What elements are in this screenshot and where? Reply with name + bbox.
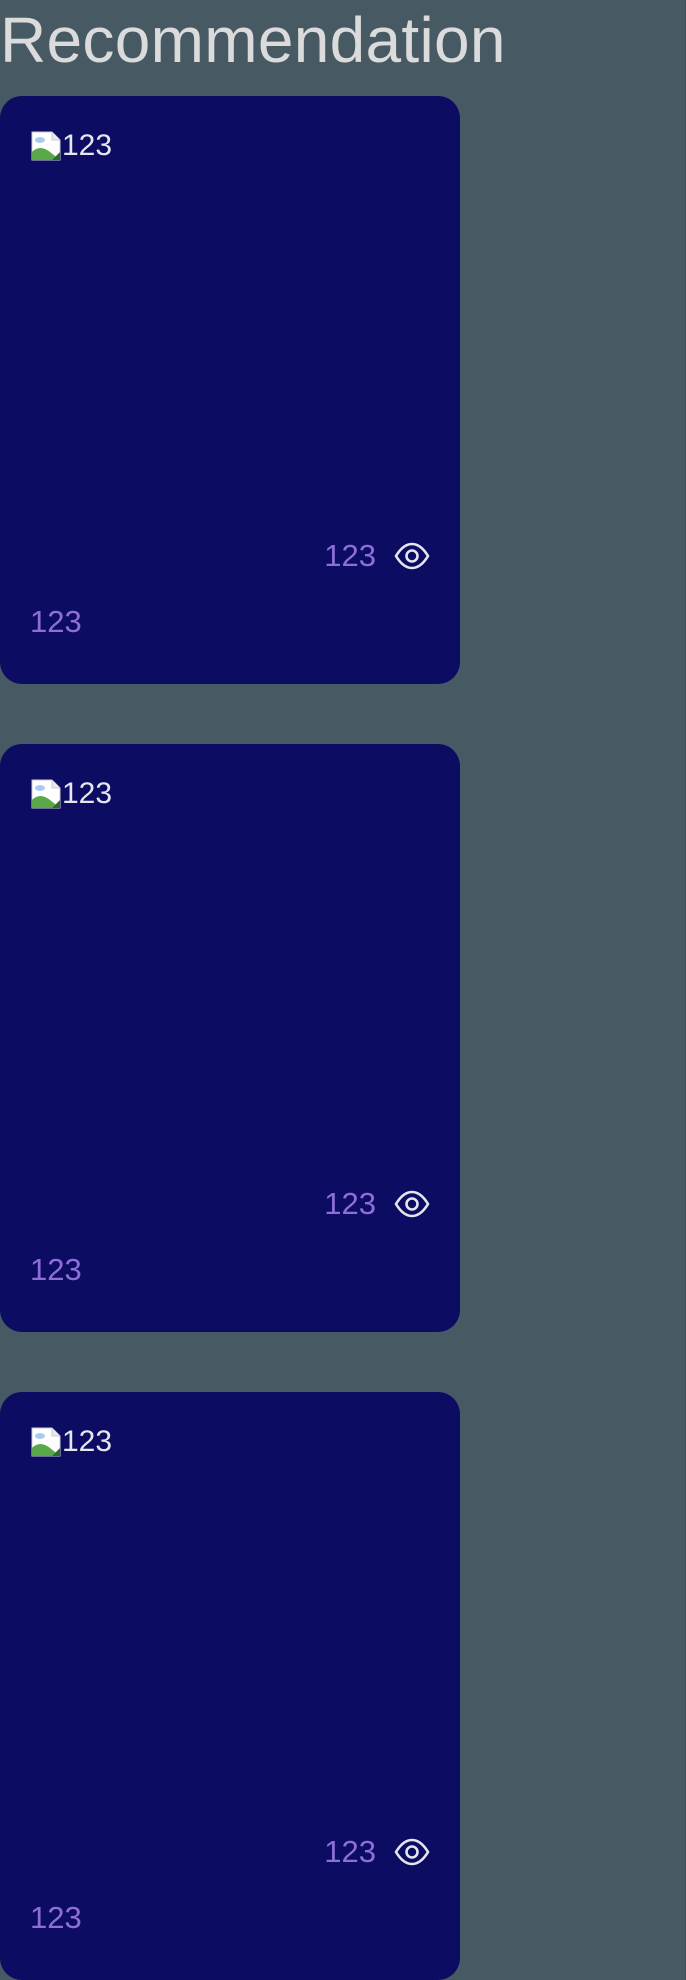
broken-image-icon xyxy=(31,779,61,809)
recommendation-card[interactable]: 123 123 123 xyxy=(0,96,460,684)
view-count: 123 xyxy=(324,538,376,573)
image-alt-text: 123 xyxy=(62,777,113,810)
broken-image-icon xyxy=(31,1427,61,1457)
view-count: 123 xyxy=(324,1186,376,1221)
view-stats: 123 xyxy=(324,1184,430,1224)
recommendation-card[interactable]: 123 123 123 xyxy=(0,1392,460,1980)
eye-icon xyxy=(394,542,430,570)
recommendation-card[interactable]: 123 123 123 xyxy=(0,744,460,1332)
page-title: Recommendation xyxy=(0,4,506,76)
view-count: 123 xyxy=(324,1834,376,1869)
image-alt-text: 123 xyxy=(62,1425,113,1458)
broken-image-icon xyxy=(31,131,61,161)
view-stats: 123 xyxy=(324,1832,430,1872)
card-image: 123 xyxy=(30,774,112,814)
card-image: 123 xyxy=(30,126,112,166)
card-footer-text: 123 xyxy=(30,604,82,639)
eye-icon xyxy=(394,1190,430,1218)
card-footer-text: 123 xyxy=(30,1252,82,1287)
card-footer-text: 123 xyxy=(30,1900,82,1935)
view-stats: 123 xyxy=(324,536,430,576)
image-alt-text: 123 xyxy=(62,129,113,162)
eye-icon xyxy=(394,1838,430,1866)
card-image: 123 xyxy=(30,1422,112,1462)
